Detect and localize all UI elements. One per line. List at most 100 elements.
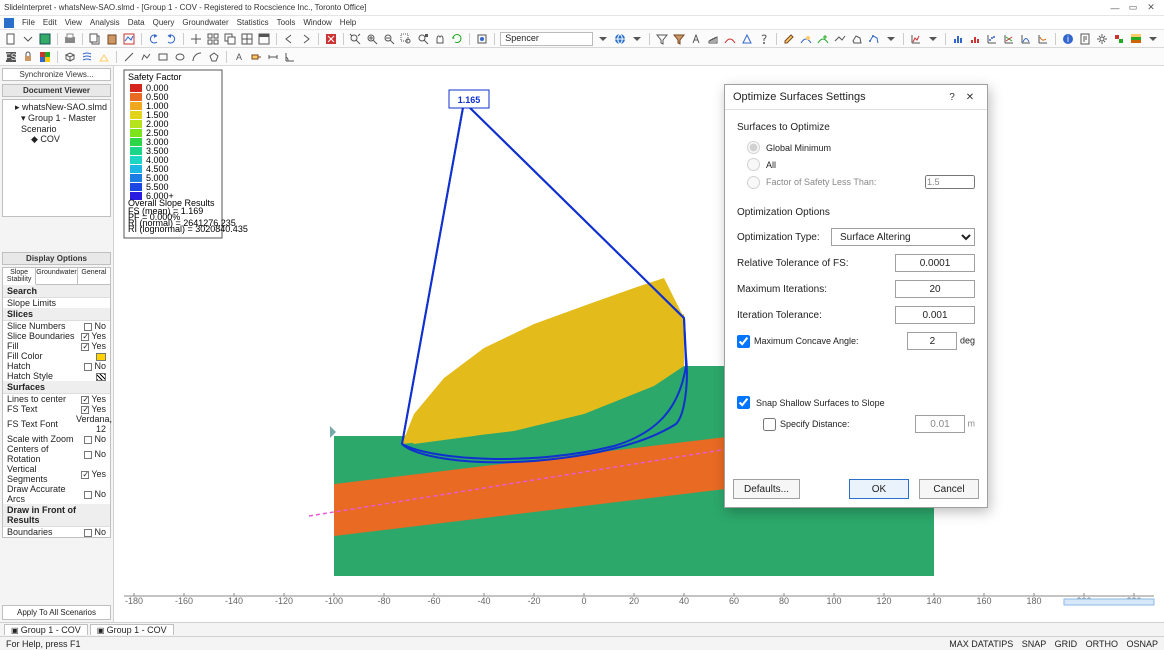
- grid-icon[interactable]: [240, 32, 254, 46]
- opt-row[interactable]: BoundariesNo: [3, 527, 110, 537]
- surface-icon[interactable]: [723, 32, 737, 46]
- menu-window[interactable]: Window: [303, 18, 331, 27]
- probability-icon[interactable]: [1019, 32, 1033, 46]
- display-options-icon[interactable]: [475, 32, 489, 46]
- radio-fs-less[interactable]: Factor of Safety Less Than:: [737, 173, 975, 191]
- menu-view[interactable]: View: [65, 18, 82, 27]
- fs-icon[interactable]: FS: [4, 50, 18, 64]
- menu-file[interactable]: File: [22, 18, 35, 27]
- convergence-icon[interactable]: [1036, 32, 1050, 46]
- lock-icon[interactable]: [21, 50, 35, 64]
- draw-ellipse-icon[interactable]: [173, 50, 187, 64]
- metafile-icon[interactable]: [122, 32, 136, 46]
- menu-query[interactable]: Query: [153, 18, 175, 27]
- tree-node[interactable]: ▾ Group 1 - Master Scenario: [5, 113, 108, 134]
- opt-row[interactable]: Lines to centerYes: [3, 394, 110, 404]
- report-icon[interactable]: [1078, 32, 1092, 46]
- new-dropdown-icon[interactable]: [21, 32, 35, 46]
- draw-arc-icon[interactable]: [190, 50, 204, 64]
- defaults-button[interactable]: Defaults...: [733, 479, 800, 499]
- edit-poly-icon[interactable]: [867, 32, 881, 46]
- specdist-check[interactable]: [763, 418, 776, 431]
- zoom-window-icon[interactable]: [399, 32, 413, 46]
- document-tree[interactable]: ▸ whatsNew-SAO.slmd ▾ Group 1 - Master S…: [2, 99, 111, 217]
- cascade-icon[interactable]: [223, 32, 237, 46]
- histogram-icon[interactable]: [968, 32, 982, 46]
- maxconc-check[interactable]: [737, 335, 750, 348]
- sync-views-button[interactable]: Synchronize Views...: [2, 68, 111, 81]
- fs-less-input[interactable]: [925, 175, 975, 189]
- itertol-input[interactable]: [895, 306, 975, 324]
- sensitivity-icon[interactable]: [1002, 32, 1016, 46]
- menu-analysis[interactable]: Analysis: [90, 18, 120, 27]
- snap-check-row[interactable]: Snap Shallow Surfaces to Slope: [737, 394, 975, 411]
- dropdown-icon[interactable]: [596, 32, 610, 46]
- filter-icon[interactable]: [655, 32, 669, 46]
- refresh-icon[interactable]: [450, 32, 464, 46]
- opt-row[interactable]: FS TextYes: [3, 404, 110, 414]
- draw-polygon-icon[interactable]: [207, 50, 221, 64]
- globe-icon[interactable]: [613, 32, 627, 46]
- pan-icon[interactable]: [189, 32, 203, 46]
- stop-icon[interactable]: [324, 32, 338, 46]
- menu-data[interactable]: Data: [128, 18, 145, 27]
- chart-icon[interactable]: [909, 32, 923, 46]
- surface-edit-icon[interactable]: [799, 32, 813, 46]
- draw-rect-icon[interactable]: [156, 50, 170, 64]
- opt-row[interactable]: Slice NumbersNo: [3, 321, 110, 331]
- scatter-icon[interactable]: [985, 32, 999, 46]
- opt-row[interactable]: Vertical SegmentsYes: [3, 464, 110, 484]
- zoom-in-icon[interactable]: [365, 32, 379, 46]
- copy-icon[interactable]: [88, 32, 102, 46]
- snap-check[interactable]: [737, 396, 750, 409]
- opt-row[interactable]: Scale with ZoomNo: [3, 434, 110, 444]
- mixed-icon[interactable]: [1112, 32, 1126, 46]
- mesh-icon[interactable]: [63, 50, 77, 64]
- maximize-button[interactable]: ▭: [1124, 2, 1142, 13]
- new-icon[interactable]: [4, 32, 18, 46]
- opt-row[interactable]: Slice BoundariesYes: [3, 331, 110, 341]
- opt-row[interactable]: Centers of RotationNo: [3, 444, 110, 464]
- maxiter-input[interactable]: [895, 280, 975, 298]
- info-icon[interactable]: i: [1061, 32, 1075, 46]
- tile-icon[interactable]: [206, 32, 220, 46]
- menu-statistics[interactable]: Statistics: [237, 18, 269, 27]
- chart-dropdown-icon[interactable]: [926, 32, 940, 46]
- method-combo[interactable]: Spencer: [500, 32, 593, 46]
- opt-row[interactable]: FS Text FontVerdana, 12: [3, 414, 110, 434]
- arrow-left-icon[interactable]: [282, 32, 296, 46]
- dim-icon[interactable]: [266, 50, 280, 64]
- tab-group[interactable]: ▣ Group 1 - COV: [90, 624, 174, 635]
- opt-row[interactable]: Slope Limits: [3, 298, 110, 308]
- tree-leaf[interactable]: ◆ COV: [5, 134, 108, 145]
- opt-row[interactable]: Fill Color: [3, 351, 110, 361]
- radio-global-min[interactable]: Global Minimum: [737, 139, 975, 156]
- apply-all-button[interactable]: Apply To All Scenarios: [2, 605, 111, 620]
- menu-edit[interactable]: Edit: [43, 18, 57, 27]
- save-icon[interactable]: [38, 32, 52, 46]
- window-icon[interactable]: [257, 32, 271, 46]
- draw-line-icon[interactable]: [122, 50, 136, 64]
- zoom-extents-icon[interactable]: [348, 32, 362, 46]
- draw-polyline-icon[interactable]: [139, 50, 153, 64]
- ok-button[interactable]: OK: [849, 479, 909, 499]
- triangle-icon[interactable]: [740, 32, 754, 46]
- edit-icon[interactable]: [782, 32, 796, 46]
- poly-icon[interactable]: [850, 32, 864, 46]
- radio-all[interactable]: All: [737, 156, 975, 173]
- specdist-input[interactable]: [915, 415, 965, 433]
- tab-slope-stability[interactable]: Slope Stability: [3, 268, 36, 285]
- add-surface-icon[interactable]: [816, 32, 830, 46]
- paste-icon[interactable]: [105, 32, 119, 46]
- stats-icon[interactable]: [951, 32, 965, 46]
- opttype-select[interactable]: Surface Altering: [831, 228, 975, 246]
- tree-root[interactable]: ▸ whatsNew-SAO.slmd: [5, 102, 108, 113]
- material-icon[interactable]: [1129, 32, 1143, 46]
- reltol-input[interactable]: [895, 254, 975, 272]
- pan-hand-icon[interactable]: [433, 32, 447, 46]
- print-icon[interactable]: [63, 32, 77, 46]
- filter-icon[interactable]: [672, 32, 686, 46]
- opt-row[interactable]: FillYes: [3, 341, 110, 351]
- zoom-out-icon[interactable]: [382, 32, 396, 46]
- undo-icon[interactable]: [147, 32, 161, 46]
